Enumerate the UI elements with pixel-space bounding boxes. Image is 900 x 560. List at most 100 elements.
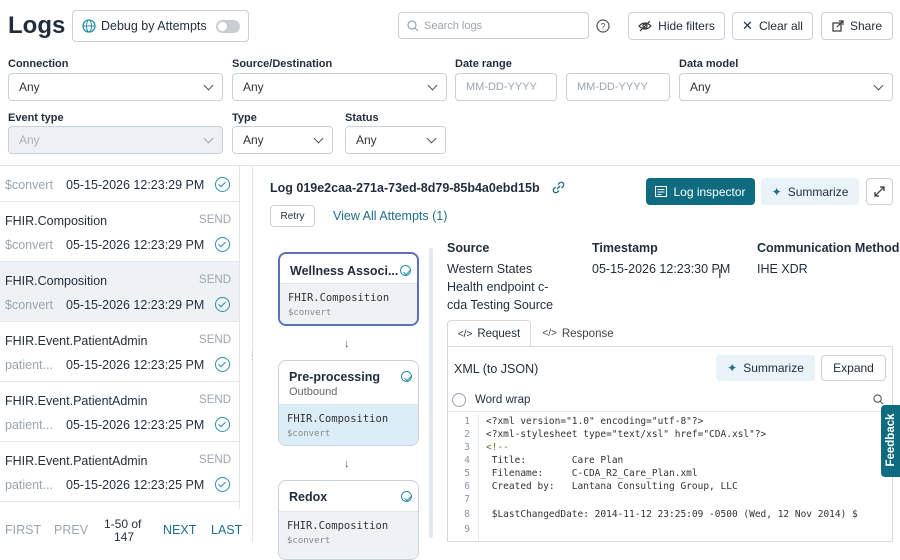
svg-text:?: ?: [600, 22, 605, 32]
event-type-value: Any: [19, 133, 40, 147]
log-event-name: FHIR.Event.PatientAdmin: [5, 394, 148, 408]
tab-response[interactable]: </> Response: [536, 320, 620, 347]
log-list: $convert 05-15-2026 12:23:29 PM FHIR.Com…: [0, 166, 240, 509]
feedback-tab[interactable]: Feedback: [881, 405, 900, 477]
log-inspector-label: Log inspector: [673, 184, 746, 199]
debug-toggle-switch[interactable]: [216, 20, 240, 33]
steps-scrollbar[interactable]: [429, 248, 433, 538]
clear-all-button[interactable]: ✕ Clear all: [732, 12, 813, 40]
success-check-icon: [401, 491, 412, 502]
tab-request[interactable]: </> Request: [447, 320, 531, 347]
type-label: Type: [232, 112, 257, 124]
share-label: Share: [849, 19, 883, 33]
chevron-down-icon: [313, 133, 324, 143]
code-icon: </>: [457, 328, 473, 340]
tab-response-label: Response: [561, 327, 614, 340]
pagination-prev[interactable]: PREV: [54, 523, 88, 537]
step-card-redox[interactable]: Redox FHIR.Composition $convert: [278, 480, 419, 560]
payload-summarize-button[interactable]: ✦ Summarize: [716, 355, 815, 381]
line-number: 1: [464, 416, 470, 427]
source-label: Source: [447, 241, 490, 255]
data-model-value: Any: [690, 80, 711, 94]
globe-icon: [82, 19, 96, 33]
expand-panel-button[interactable]: [866, 178, 893, 205]
text-cursor-icon: I: [718, 266, 722, 281]
drag-handle-icon[interactable]: ::: [251, 350, 253, 362]
line-number: 9: [464, 524, 470, 535]
view-all-attempts-link[interactable]: View All Attempts (1): [333, 209, 447, 223]
status-label: Status: [345, 112, 379, 124]
line-number: 6: [464, 481, 470, 492]
success-check-icon: [400, 265, 411, 276]
data-model-label: Data model: [679, 58, 739, 70]
summarize-button[interactable]: ✦ Summarize: [761, 178, 859, 205]
list-item[interactable]: FHIR.Event.PatientAdmin SEND patient... …: [0, 322, 239, 382]
success-check-icon: [215, 357, 230, 372]
event-type-select[interactable]: Any: [8, 126, 223, 154]
share-icon: [832, 20, 844, 32]
status-select[interactable]: Any: [345, 126, 446, 154]
log-inspector-button[interactable]: Log inspector: [646, 178, 755, 205]
step-source: $convert: [287, 429, 331, 439]
step-title: Pre-processing: [289, 370, 381, 384]
type-select[interactable]: Any: [232, 126, 333, 154]
log-direction: SEND: [199, 274, 231, 286]
word-wrap-label: Word wrap: [475, 394, 531, 406]
help-icon[interactable]: ?: [596, 19, 610, 33]
log-source: $convert: [5, 298, 53, 312]
search-icon[interactable]: [873, 394, 884, 405]
link-icon[interactable]: [552, 181, 565, 194]
list-item[interactable]: FHIR.Event.PatientAdmin SEND patient... …: [0, 442, 239, 502]
chevron-down-icon: [203, 80, 214, 90]
pagination-last[interactable]: LAST: [211, 523, 242, 537]
list-item[interactable]: FHIR.Composition SEND $convert 05-15-202…: [0, 202, 239, 262]
communication-method-label: Communication Method: [757, 241, 900, 255]
step-card-preprocessing[interactable]: Pre-processing Outbound FHIR.Composition…: [278, 360, 419, 446]
word-wrap-checkbox[interactable]: [452, 393, 466, 407]
eye-off-icon: [638, 20, 653, 32]
log-event-name: FHIR.Composition: [5, 214, 108, 228]
inspector-icon: [655, 186, 668, 197]
list-item[interactable]: $convert 05-15-2026 12:23:29 PM: [0, 166, 239, 202]
step-model: FHIR.Composition: [288, 292, 390, 304]
log-source: $convert: [5, 238, 53, 252]
close-icon: ✕: [742, 18, 753, 33]
list-item-selected[interactable]: FHIR.Composition SEND $convert 05-15-202…: [0, 262, 239, 322]
code-editor[interactable]: 1 <?xml version="1.0" encoding="utf-8"?> …: [448, 415, 892, 541]
success-check-icon: [215, 237, 230, 252]
share-button[interactable]: Share: [821, 12, 893, 40]
step-source: $convert: [287, 536, 331, 546]
timestamp-label: Timestamp: [592, 241, 658, 255]
log-event-name: FHIR.Event.PatientAdmin: [5, 454, 148, 468]
sparkle-icon: ✦: [727, 361, 738, 375]
step-model: FHIR.Composition: [287, 413, 389, 425]
step-source: $convert: [288, 308, 332, 318]
log-event-name: FHIR.Composition: [5, 274, 108, 288]
source-line-2: Health endpoint c-: [447, 280, 549, 294]
chevron-down-icon: [203, 133, 214, 143]
code-line-text: Created by: Lantana Consulting Group, LL…: [486, 481, 738, 492]
chevron-down-icon: [427, 80, 438, 90]
date-end-input[interactable]: MM-DD-YYYY: [566, 73, 670, 101]
pagination-next[interactable]: NEXT: [163, 523, 196, 537]
pagination-range: 1-50 of: [104, 517, 142, 531]
source-destination-select[interactable]: Any: [232, 73, 447, 101]
list-item[interactable]: FHIR.Event.PatientAdmin SEND patient... …: [0, 382, 239, 442]
log-source: $convert: [5, 178, 53, 192]
debug-toggle-label: Debug by Attempts: [101, 19, 207, 33]
data-model-select[interactable]: Any: [679, 73, 893, 101]
date-start-input[interactable]: MM-DD-YYYY: [455, 73, 557, 101]
step-card-wellness[interactable]: Wellness Associ... FHIR.Composition $con…: [278, 252, 419, 326]
code-line-text: $LastChangedDate: 2014-11-12 23:25:09 -0…: [486, 509, 858, 520]
payload-expand-button[interactable]: Expand: [821, 355, 886, 381]
debug-by-attempts-toggle-box[interactable]: Debug by Attempts: [72, 10, 249, 42]
pagination-first[interactable]: FIRST: [5, 523, 41, 537]
line-number: 8: [464, 509, 470, 520]
hide-filters-button[interactable]: Hide filters: [628, 12, 725, 40]
log-source: patient...: [5, 418, 53, 432]
search-input[interactable]: Search logs: [398, 12, 589, 39]
connection-select[interactable]: Any: [8, 73, 223, 101]
tab-request-label: Request: [477, 328, 521, 340]
retry-button[interactable]: Retry: [270, 205, 315, 227]
search-placeholder: Search logs: [424, 20, 483, 32]
